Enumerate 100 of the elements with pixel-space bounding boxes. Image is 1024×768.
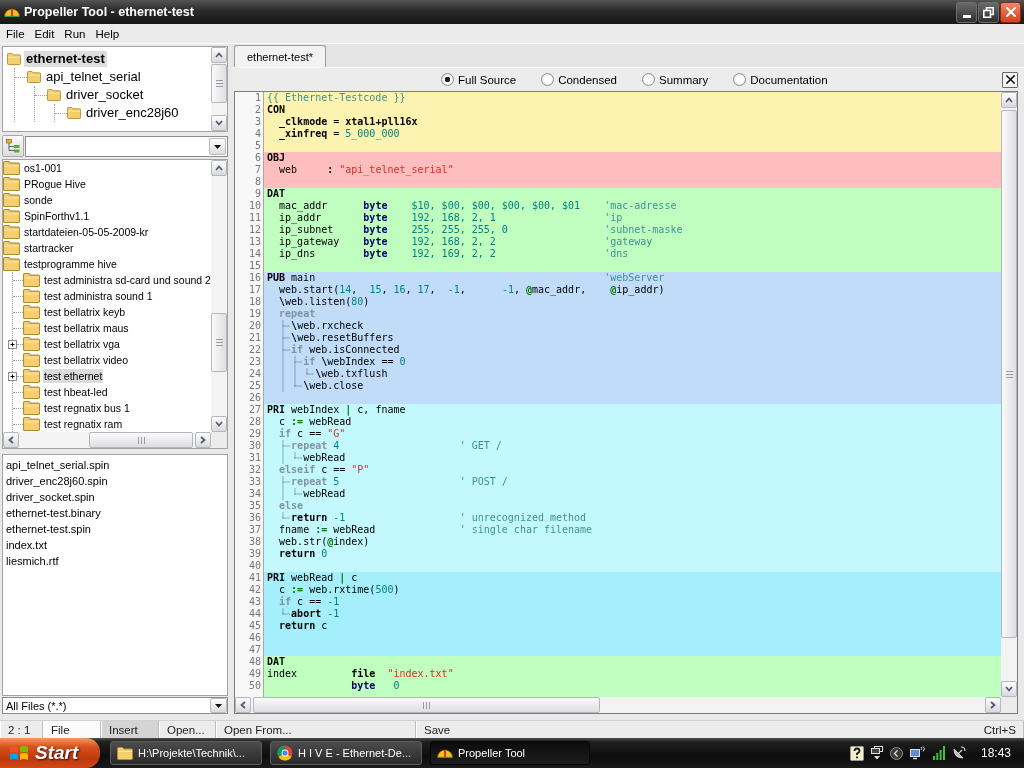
line-number: 2 <box>254 104 261 116</box>
taskbar-button[interactable]: H I V E - Ethernet-De... <box>270 741 422 765</box>
view-option[interactable]: Full Source <box>441 73 517 86</box>
folder-tree-item[interactable]: test administra sound 1 <box>43 289 154 303</box>
line-number: 14 <box>248 248 261 260</box>
line-number: 13 <box>248 236 261 248</box>
help-icon <box>849 745 864 761</box>
scroll-left-button[interactable] <box>235 697 251 713</box>
vertical-scrollbar[interactable] <box>211 47 227 131</box>
scroll-left-button[interactable] <box>3 432 19 448</box>
folder-tree-item[interactable]: os1-001 <box>23 161 63 175</box>
code-line: index file "index.txt" <box>267 668 454 680</box>
folder-icon <box>67 107 81 119</box>
close-editor-button[interactable] <box>1002 71 1018 88</box>
minimize-button[interactable] <box>956 1 977 23</box>
horizontal-scrollbar[interactable] <box>3 432 211 448</box>
line-number: 16 <box>248 272 261 284</box>
folder-tree-item[interactable]: sonde <box>23 193 54 207</box>
folder-tree-item[interactable]: testprogramme hive <box>23 257 118 271</box>
restore-button[interactable] <box>978 1 999 23</box>
scroll-down-button[interactable] <box>211 416 227 432</box>
folder-tree-item[interactable]: PRogue Hive <box>23 177 87 191</box>
folder-tree-item[interactable]: SpinForthv1.1 <box>23 209 91 223</box>
folder-icon <box>3 241 20 255</box>
folder-tree-item[interactable]: test bellatrix vga <box>43 337 121 351</box>
scrollbar-thumb[interactable] <box>211 64 227 103</box>
folder-tree-item[interactable]: test administra sd-card und sound 2 <box>43 273 211 287</box>
listing-entry[interactable]: api_telnet_serial.spin <box>6 457 110 473</box>
taskbar-button[interactable]: H:\Projekte\Technik\... <box>110 741 262 765</box>
line-number: 46 <box>248 632 261 644</box>
folder-tree-item[interactable]: test regnatix ram <box>43 417 124 431</box>
listing-entry[interactable]: liesmich.rtf <box>6 553 59 569</box>
scrollbar-corner <box>1001 697 1017 713</box>
scrollbar-thumb[interactable] <box>89 432 193 448</box>
status-hint: Save <box>424 723 451 736</box>
radio-button[interactable] <box>642 73 655 86</box>
dropdown-button[interactable] <box>210 698 227 713</box>
folder-tree-item[interactable]: test bellatrix video <box>43 353 130 367</box>
scrollbar-thumb[interactable] <box>253 697 600 713</box>
tree-view-button[interactable] <box>2 135 24 157</box>
code-line: \web.listen(80) <box>279 296 370 308</box>
menu-item[interactable]: Edit <box>29 25 60 42</box>
view-option[interactable]: Summary <box>642 73 709 86</box>
menu-item[interactable]: File <box>1 25 30 42</box>
scroll-right-button[interactable] <box>195 432 211 448</box>
folder-tree-item[interactable]: test regnatix bus 1 <box>43 401 131 415</box>
scroll-right-button[interactable] <box>985 697 1001 713</box>
object-tree-item[interactable]: ethernet-test <box>24 51 107 67</box>
code-line: webRead <box>303 452 346 464</box>
chevron-up-icon <box>215 165 223 171</box>
folder-tree-item[interactable]: test ethernet <box>43 369 104 383</box>
listing-entry[interactable]: ethernet-test.spin <box>6 521 91 537</box>
listing-entry[interactable]: driver_enc28j60.spin <box>6 473 108 489</box>
horizontal-scrollbar[interactable] <box>235 697 1001 713</box>
code-line: ip_dns byte 192, 169, 2, 2 'dns <box>279 248 629 260</box>
line-number: 10 <box>248 200 261 212</box>
start-button[interactable]: Start <box>0 738 100 768</box>
folder-tree-item[interactable]: startdateien-05-05-2009-kr <box>23 225 150 239</box>
object-tree-item[interactable]: driver_enc28j60 <box>84 105 181 121</box>
listing-entry[interactable]: driver_socket.spin <box>6 489 95 505</box>
radio-button[interactable] <box>733 73 747 86</box>
scroll-up-button[interactable] <box>211 160 227 176</box>
scroll-up-button[interactable] <box>1001 92 1017 108</box>
object-tree-item[interactable]: driver_socket <box>64 87 146 103</box>
taskbar-button[interactable]: Propeller Tool <box>430 741 590 765</box>
vertical-scrollbar[interactable] <box>211 160 227 432</box>
folder-tree-item[interactable]: startracker <box>23 241 75 255</box>
folder-tree-item[interactable]: test bellatrix maus <box>43 321 130 335</box>
folder-icon <box>23 385 40 399</box>
listing-entry[interactable]: index.txt <box>6 537 47 553</box>
scroll-down-button[interactable] <box>1001 681 1017 697</box>
chevron-down-icon <box>215 421 223 427</box>
view-option[interactable]: Condensed <box>541 73 617 86</box>
file-filter-combo[interactable]: All Files (*.*) <box>2 697 228 714</box>
folder-icon <box>3 161 20 175</box>
radio-button[interactable] <box>541 73 555 86</box>
code-line: repeat 4 ' GET / <box>291 440 502 452</box>
code-line: \web.resetBuffers <box>291 332 394 344</box>
editor-tab[interactable]: ethernet-test* <box>234 45 327 67</box>
radio-button[interactable] <box>441 73 454 86</box>
plus-box-icon[interactable] <box>8 371 17 381</box>
folder-icon <box>23 289 40 303</box>
plus-box-icon[interactable] <box>8 339 17 349</box>
folder-tree-item[interactable]: test hbeat-led <box>43 385 109 399</box>
menu-item[interactable]: Run <box>59 25 91 42</box>
code-line: return c <box>279 620 328 632</box>
scroll-down-button[interactable] <box>211 115 227 131</box>
close-button[interactable] <box>1000 1 1021 23</box>
folder-tree-item[interactable]: test bellatrix keyb <box>43 305 127 319</box>
line-number: 48 <box>248 656 261 668</box>
scrollbar-thumb[interactable] <box>211 313 227 372</box>
object-tree-item[interactable]: api_telnet_serial <box>44 69 143 85</box>
signal-bars-icon <box>932 746 945 760</box>
line-number: 29 <box>248 428 261 440</box>
scroll-up-button[interactable] <box>211 47 227 63</box>
menu-item[interactable]: Help <box>90 25 125 42</box>
dropdown-button[interactable] <box>209 138 226 155</box>
minimize-icon <box>962 14 971 18</box>
listing-entry[interactable]: ethernet-test.binary <box>6 505 101 521</box>
view-option[interactable]: Documentation <box>733 73 828 86</box>
